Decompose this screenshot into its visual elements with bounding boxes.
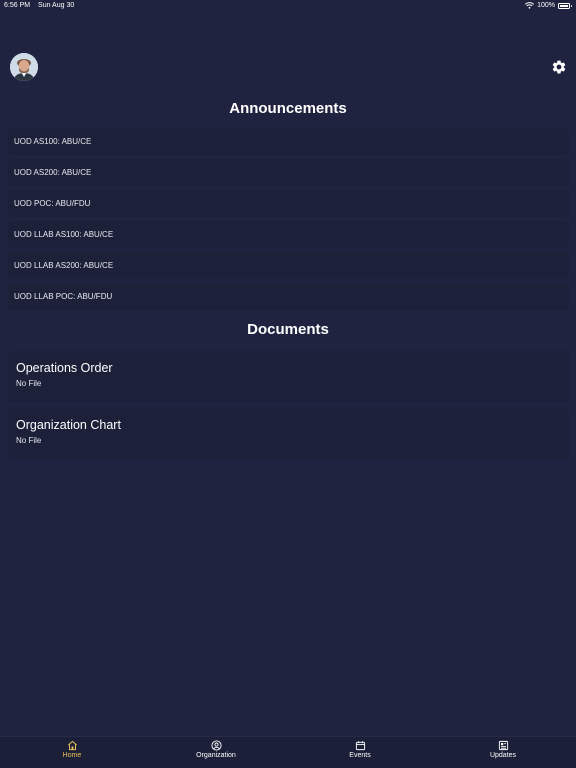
announcement-item[interactable]: UOD POC: ABU/FDU <box>8 190 569 217</box>
announcement-label: UOD LLAB POC: ABU/FDU <box>14 292 113 301</box>
announcement-item[interactable]: UOD AS100: ABU/CE <box>8 128 569 155</box>
tab-home-label: Home <box>62 752 82 759</box>
document-status: No File <box>16 379 42 388</box>
tab-home[interactable]: Home <box>37 740 107 759</box>
gear-icon <box>552 60 566 74</box>
announcement-label: UOD POC: ABU/FDU <box>14 199 91 208</box>
tab-organization-label: Organization <box>196 752 236 759</box>
tab-events[interactable]: Events <box>325 740 395 759</box>
announcement-label: UOD LLAB AS200: ABU/CE <box>14 261 114 270</box>
status-time: 6:56 PM <box>4 2 31 9</box>
battery-icon <box>558 2 572 9</box>
tab-updates[interactable]: Updates <box>468 740 538 759</box>
document-title: Operations Order <box>16 361 113 375</box>
status-left: 6:56 PM Sun Aug 30 <box>4 2 80 9</box>
tab-events-label: Events <box>349 752 371 759</box>
document-card-organization-chart[interactable]: Organization Chart No File <box>8 408 569 459</box>
announcement-label: UOD AS100: ABU/CE <box>14 137 92 146</box>
wifi-icon <box>525 2 535 9</box>
documents-list: Operations Order No File Organization Ch… <box>8 351 569 465</box>
announcements-title: Announcements <box>229 100 347 117</box>
tab-organization[interactable]: Organization <box>181 740 251 759</box>
status-bar: 6:56 PM Sun Aug 30 100% <box>0 0 576 14</box>
app-screen: 6:56 PM Sun Aug 30 100% Announcements UO… <box>0 0 576 768</box>
person-circle-icon <box>210 740 222 751</box>
tab-updates-label: Updates <box>489 752 517 759</box>
news-icon <box>498 740 508 751</box>
home-icon <box>67 740 77 751</box>
settings-button[interactable] <box>551 59 567 75</box>
announcement-label: UOD AS200: ABU/CE <box>14 168 92 177</box>
document-status: No File <box>16 436 42 445</box>
battery-percent: 100% <box>537 2 555 9</box>
announcement-item[interactable]: UOD LLAB AS200: ABU/CE <box>8 252 569 279</box>
calendar-icon <box>355 741 365 751</box>
status-date: Sun Aug 30 <box>38 2 75 9</box>
announcement-item[interactable]: UOD LLAB POC: ABU/FDU <box>8 283 569 310</box>
document-title: Organization Chart <box>16 418 121 432</box>
profile-avatar[interactable] <box>10 53 38 81</box>
documents-title: Documents <box>247 321 329 338</box>
status-right: 100% <box>525 2 572 9</box>
user-photo-icon <box>10 53 38 81</box>
announcement-item[interactable]: UOD AS200: ABU/CE <box>8 159 569 186</box>
tab-bar: Home Organization Events Updates <box>0 736 576 768</box>
announcement-item[interactable]: UOD LLAB AS100: ABU/CE <box>8 221 569 248</box>
announcement-label: UOD LLAB AS100: ABU/CE <box>14 230 114 239</box>
document-card-operations-order[interactable]: Operations Order No File <box>8 351 569 402</box>
announcements-list: UOD AS100: ABU/CE UOD AS200: ABU/CE UOD … <box>8 128 569 314</box>
